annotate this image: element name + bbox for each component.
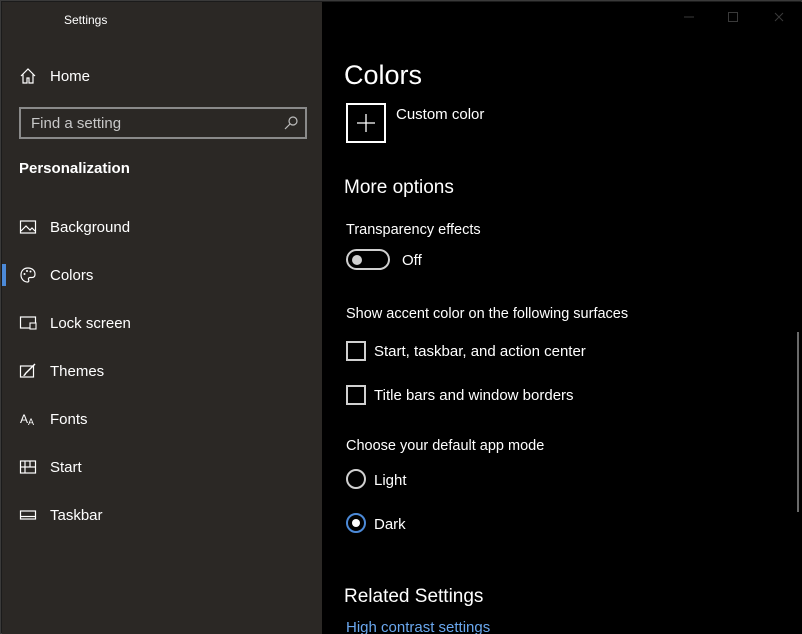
custom-color-label[interactable]: Custom color: [396, 106, 484, 123]
related-settings-heading: Related Settings: [344, 586, 484, 607]
section-title: Personalization: [19, 160, 130, 177]
main-content: Colors Custom color More options Transpa…: [322, 2, 802, 634]
sidebar-item-lock-screen[interactable]: Lock screen: [2, 303, 322, 343]
sidebar-item-home[interactable]: Home: [19, 66, 90, 86]
start-icon: [19, 460, 37, 474]
taskbar-icon: [19, 510, 37, 520]
home-label: Home: [50, 67, 91, 85]
search-icon[interactable]: [283, 115, 299, 131]
palette-icon: [20, 267, 36, 283]
sidebar-item-fonts[interactable]: A A Fonts: [2, 399, 322, 439]
sidebar-item-label: Taskbar: [50, 506, 103, 524]
sidebar: Settings Home Personalization Background: [2, 2, 322, 634]
svg-text:A: A: [28, 417, 34, 427]
toggle-knob: [352, 255, 362, 265]
sidebar-item-label: Fonts: [50, 410, 88, 428]
settings-window: Settings Home Personalization Background: [0, 0, 802, 634]
sidebar-item-label: Themes: [50, 362, 105, 380]
start-taskbar-label[interactable]: Start, taskbar, and action center: [374, 343, 586, 360]
dark-mode-label[interactable]: Dark: [374, 516, 406, 533]
brush-icon: [19, 363, 36, 378]
accent-surfaces-label: Show accent color on the following surfa…: [346, 306, 629, 322]
minimize-icon[interactable]: [682, 10, 696, 24]
app-mode-label: Choose your default app mode: [346, 438, 545, 454]
sidebar-item-label: Colors: [50, 266, 94, 284]
title-bars-label[interactable]: Title bars and window borders: [374, 387, 574, 404]
lock-screen-icon: [19, 316, 37, 330]
svg-text:A: A: [20, 412, 28, 426]
sidebar-item-colors[interactable]: Colors: [2, 255, 322, 295]
close-icon[interactable]: [772, 10, 786, 24]
dark-mode-radio[interactable]: [346, 513, 366, 533]
sidebar-item-label: Background: [50, 218, 131, 236]
sidebar-item-background[interactable]: Background: [2, 207, 322, 247]
app-title: Settings: [64, 13, 108, 27]
title-bars-checkbox[interactable]: [346, 385, 366, 405]
search-input[interactable]: [31, 113, 271, 133]
more-options-heading: More options: [344, 177, 454, 198]
plus-icon: [357, 114, 375, 132]
sidebar-item-themes[interactable]: Themes: [2, 351, 322, 391]
light-mode-radio[interactable]: [346, 469, 366, 489]
transparency-toggle[interactable]: [346, 249, 390, 270]
transparency-state: Off: [402, 252, 422, 269]
high-contrast-link[interactable]: High contrast settings: [346, 619, 490, 634]
maximize-icon[interactable]: [726, 10, 740, 24]
start-taskbar-checkbox[interactable]: [346, 341, 366, 361]
page-title: Colors: [344, 60, 423, 90]
light-mode-label[interactable]: Light: [374, 472, 407, 489]
sidebar-item-start[interactable]: Start: [2, 447, 322, 487]
sidebar-item-label: Lock screen: [50, 314, 131, 332]
search-box[interactable]: [19, 107, 307, 139]
custom-color-button[interactable]: [346, 103, 386, 143]
scrollbar[interactable]: [797, 332, 799, 512]
home-icon: [20, 68, 36, 84]
sidebar-item-taskbar[interactable]: Taskbar: [2, 495, 322, 535]
picture-icon: [19, 220, 37, 234]
sidebar-item-label: Start: [50, 458, 82, 476]
active-indicator: [2, 264, 6, 286]
transparency-label: Transparency effects: [346, 222, 481, 238]
fonts-icon: A A: [20, 412, 34, 427]
radio-dot: [352, 519, 360, 527]
